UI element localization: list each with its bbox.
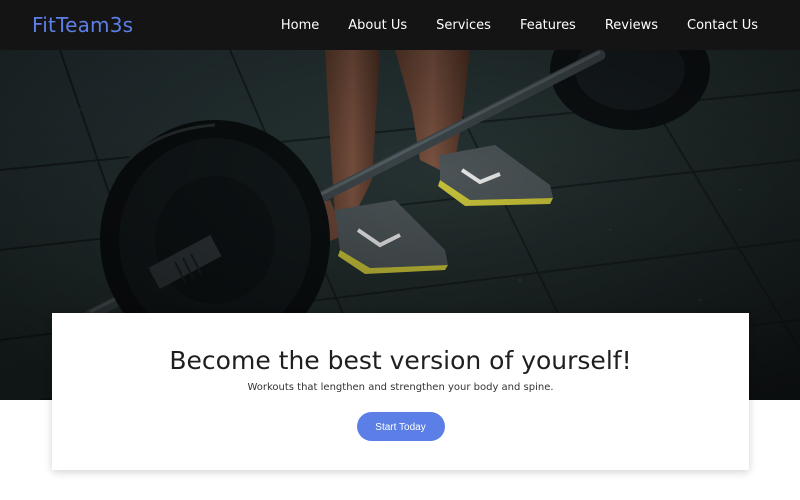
nav-item-contact-us[interactable]: Contact Us xyxy=(687,18,758,33)
nav-links: Home About Us Services Features Reviews … xyxy=(281,0,758,50)
hero-card: Become the best version of yourself! Wor… xyxy=(52,313,749,470)
brand-logo[interactable]: FitTeam3s xyxy=(32,12,133,38)
hero-headline: Become the best version of yourself! xyxy=(169,346,632,375)
nav-item-about-us[interactable]: About Us xyxy=(348,18,407,33)
start-today-button[interactable]: Start Today xyxy=(356,412,445,441)
nav-item-reviews[interactable]: Reviews xyxy=(605,18,658,33)
navbar: FitTeam3s Home About Us Services Feature… xyxy=(0,0,800,50)
nav-item-services[interactable]: Services xyxy=(436,18,491,33)
nav-item-home[interactable]: Home xyxy=(281,18,319,33)
hero-subtext: Workouts that lengthen and strengthen yo… xyxy=(247,382,554,393)
nav-item-features[interactable]: Features xyxy=(520,18,576,33)
